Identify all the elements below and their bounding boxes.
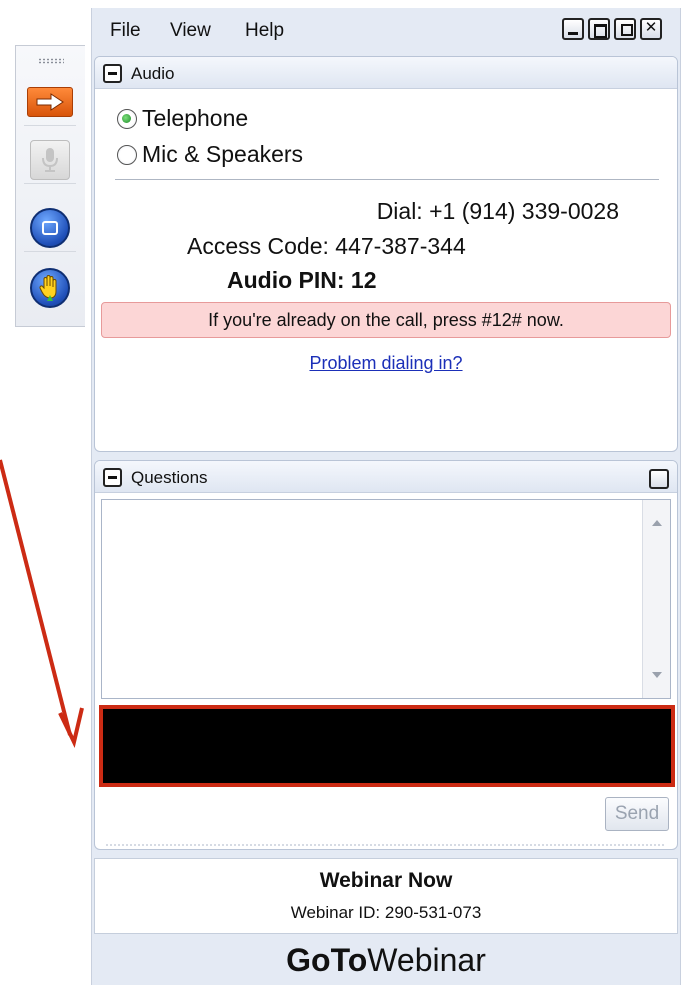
questions-scrollbar[interactable] <box>642 500 670 698</box>
problem-dialing-link[interactable]: Problem dialing in? <box>95 353 677 374</box>
mic-speakers-label: Mic & Speakers <box>142 141 304 167</box>
questions-popout-button[interactable] <box>649 469 669 489</box>
maximize-button[interactable] <box>588 18 610 40</box>
audio-divider <box>115 179 659 180</box>
menu-view[interactable]: View <box>170 20 211 42</box>
brand-bold: GoTo <box>286 942 368 978</box>
side-toolbar <box>15 45 85 327</box>
mic-speakers-radio[interactable] <box>117 144 137 165</box>
webinar-info: Webinar Now Webinar ID: 290-531-073 <box>94 858 678 934</box>
popout-button[interactable] <box>614 18 636 40</box>
toolbar-grip[interactable] <box>38 58 64 64</box>
questions-collapse-button[interactable] <box>103 468 122 487</box>
brand-regular: Webinar <box>367 942 486 978</box>
audio-pane-header: Audio <box>95 57 677 89</box>
send-button[interactable]: Send <box>605 797 669 831</box>
screen-button[interactable] <box>24 204 76 252</box>
telephone-radio[interactable] <box>117 108 137 129</box>
show-hide-panel-button[interactable] <box>24 78 76 126</box>
scroll-up-icon[interactable] <box>652 520 662 526</box>
menu-file[interactable]: File <box>110 20 141 42</box>
microphone-button[interactable] <box>24 136 76 184</box>
access-code: Access Code: 447-387-344 <box>187 233 466 259</box>
arrow-right-icon <box>27 86 73 117</box>
menu-help[interactable]: Help <box>245 20 284 42</box>
microphone-icon <box>30 139 70 180</box>
scroll-down-icon[interactable] <box>652 672 662 678</box>
telephone-option[interactable]: Telephone <box>117 105 248 132</box>
minimize-button[interactable] <box>562 18 584 40</box>
call-notice: If you're already on the call, press #12… <box>101 302 671 338</box>
resize-grip[interactable] <box>105 843 665 847</box>
dial-number: Dial: +1 (914) 339-0028 <box>376 198 619 224</box>
audio-pane-title: Audio <box>131 64 175 83</box>
mic-speakers-option[interactable]: Mic & Speakers <box>117 141 303 168</box>
audio-collapse-button[interactable] <box>103 64 122 83</box>
control-panel: File View Help ✕ Audio Telephone Mic & S… <box>91 8 681 985</box>
webinar-id: Webinar ID: 290-531-073 <box>290 903 482 922</box>
raise-hand-icon <box>30 268 70 308</box>
telephone-label: Telephone <box>142 105 249 131</box>
questions-log[interactable] <box>101 499 671 699</box>
gotowebinar-logo: GoToWebinar <box>92 942 680 979</box>
raise-hand-button[interactable] <box>24 264 76 312</box>
questions-pane: Questions Send <box>94 460 678 850</box>
close-icon: ✕ <box>644 19 658 36</box>
audio-pin: Audio PIN: 12 <box>227 267 377 293</box>
screen-icon <box>30 207 70 248</box>
questions-pane-header: Questions <box>95 461 677 493</box>
close-button[interactable]: ✕ <box>640 18 662 40</box>
webinar-title: Webinar Now <box>319 869 453 892</box>
questions-pane-title: Questions <box>131 468 208 487</box>
audio-pane: Audio Telephone Mic & Speakers Dial: +1 … <box>94 56 678 452</box>
menu-bar: File View Help ✕ <box>92 8 680 56</box>
question-input[interactable] <box>99 705 675 787</box>
